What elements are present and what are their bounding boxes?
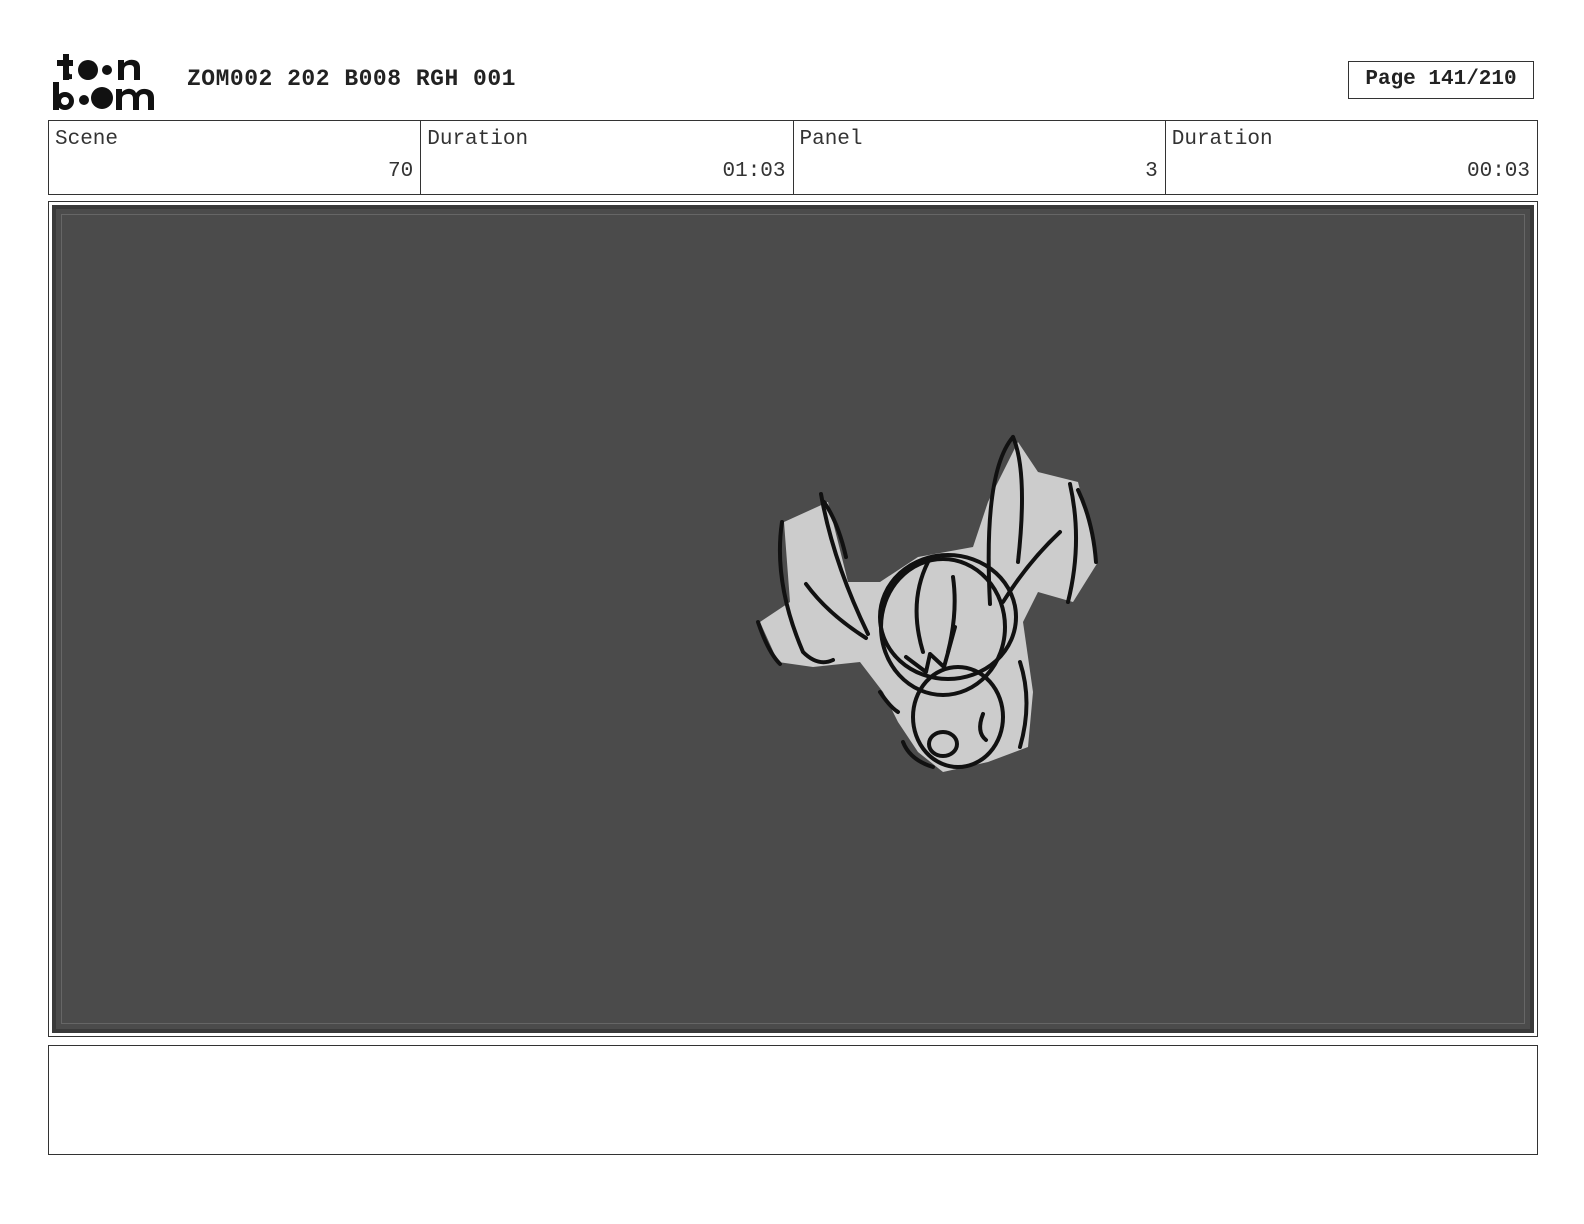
scene-duration-label: Duration [427,128,529,151]
page-number: Page 141/210 [1348,61,1534,99]
panel-duration-label: Duration [1171,128,1273,151]
scene-value: 70 [388,160,414,183]
storyboard-panel-image [52,205,1534,1033]
panel-duration-cell: Duration 00:03 [1166,121,1537,194]
scene-duration-value: 01:03 [722,160,786,183]
panel-notes-box [48,1045,1538,1155]
scene-label: Scene [55,128,119,151]
panel-duration-value: 00:03 [1466,160,1530,183]
bat-sketch-icon [756,435,1098,772]
scene-info-row: Scene 70 Duration 01:03 Panel 3 Duration… [48,120,1538,195]
storyboard-panel-frame [48,201,1538,1037]
panel-cell: Panel 3 [794,121,1166,194]
toon-boom-logo-icon [53,54,154,110]
panel-value: 3 [1145,160,1158,183]
panel-label: Panel [799,128,863,151]
document-id: ZOM002 202 B008 RGH 001 [187,66,516,92]
scene-cell: Scene 70 [49,121,422,194]
scene-duration-cell: Duration 01:03 [421,121,794,194]
